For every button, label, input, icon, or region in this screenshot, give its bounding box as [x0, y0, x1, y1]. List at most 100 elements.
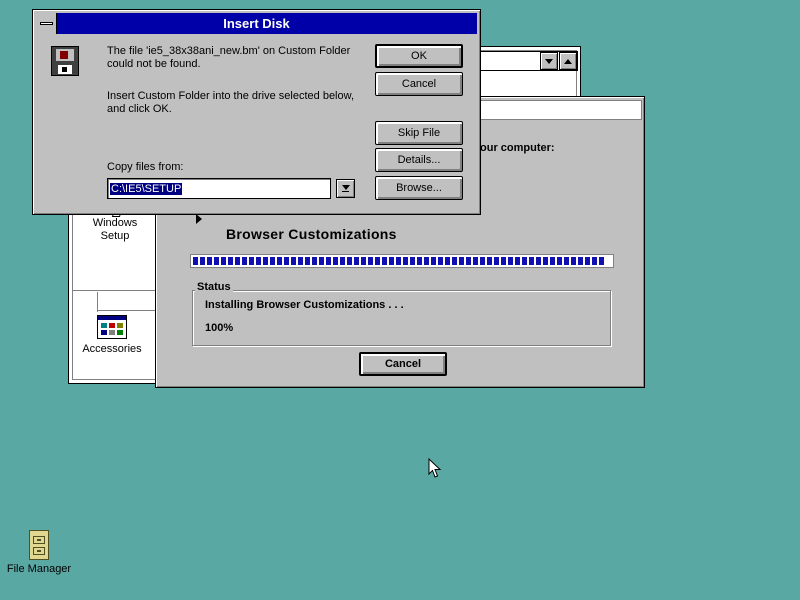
progress-segment	[249, 257, 254, 265]
desktop-icon-label: File Manager	[6, 563, 72, 575]
progress-segment	[340, 257, 345, 265]
progress-segment	[417, 257, 422, 265]
progress-segment	[389, 257, 394, 265]
status-percent: 100%	[205, 322, 234, 334]
dialog-title-bar: Insert Disk	[36, 13, 477, 34]
progress-segment	[375, 257, 380, 265]
progress-segment	[291, 257, 296, 265]
progress-segment	[487, 257, 492, 265]
grid-line	[97, 310, 155, 311]
progress-segment	[438, 257, 443, 265]
progress-segment	[424, 257, 429, 265]
insert-disk-dialog: Insert Disk The file 'ie5_38x38ani_new.b…	[32, 9, 481, 215]
progress-segment	[326, 257, 331, 265]
ok-button[interactable]: OK	[375, 44, 463, 68]
browse-label: Browse...	[396, 182, 442, 194]
setup-title-field	[480, 100, 642, 120]
progress-segment	[564, 257, 569, 265]
progress-segment	[347, 257, 352, 265]
progress-segment	[298, 257, 303, 265]
progress-segment	[494, 257, 499, 265]
skip-file-button[interactable]: Skip File	[375, 121, 463, 145]
progress-segment	[256, 257, 261, 265]
progress-segment	[284, 257, 289, 265]
program-item-accessories[interactable]: Accessories	[77, 315, 147, 356]
program-item-label: Accessories	[82, 343, 142, 355]
setup-cancel-button[interactable]: Cancel	[359, 352, 447, 376]
progress-segment	[277, 257, 282, 265]
floppy-disk-icon	[51, 46, 79, 76]
progress-segment	[550, 257, 555, 265]
progress-segment	[361, 257, 366, 265]
progress-segment	[473, 257, 478, 265]
progress-segment	[396, 257, 401, 265]
progress-segment	[571, 257, 576, 265]
grid-line	[97, 292, 98, 312]
progress-segment	[529, 257, 534, 265]
progress-segment	[599, 257, 604, 265]
setup-cancel-label: Cancel	[384, 358, 422, 370]
progress-segment	[585, 257, 590, 265]
progress-bar	[190, 254, 614, 268]
setup-heading: our computer:	[480, 142, 555, 154]
progress-segment	[193, 257, 198, 265]
progress-segment	[522, 257, 527, 265]
progress-segment	[508, 257, 513, 265]
dialog-instruction: Insert Custom Folder into the drive sele…	[107, 90, 355, 115]
progress-segment	[431, 257, 436, 265]
copy-from-value: C:\IE5\SETUP	[110, 182, 183, 195]
copy-from-dropdown-button[interactable]	[336, 179, 355, 198]
skip-file-label: Skip File	[397, 127, 441, 139]
grid-line	[72, 197, 73, 377]
progress-segment	[319, 257, 324, 265]
current-step-arrow-icon	[196, 214, 202, 224]
combo-dropdown-button[interactable]	[540, 52, 558, 70]
progress-segment	[445, 257, 450, 265]
mouse-pointer-icon	[428, 458, 442, 478]
progress-segment	[228, 257, 233, 265]
progress-segment	[235, 257, 240, 265]
chevron-down-icon	[341, 185, 350, 190]
progress-segment	[270, 257, 275, 265]
progress-segment	[536, 257, 541, 265]
progress-segment	[501, 257, 506, 265]
scroll-up-button[interactable]	[559, 52, 577, 70]
progress-segment	[578, 257, 583, 265]
underline-bar	[342, 191, 349, 192]
progress-segment	[242, 257, 247, 265]
cancel-button[interactable]: Cancel	[375, 72, 463, 96]
ok-label: OK	[411, 50, 427, 62]
program-item-label: Windows Setup	[92, 217, 138, 242]
progress-segment	[207, 257, 212, 265]
system-menu-button[interactable]	[36, 13, 57, 34]
progress-segment	[263, 257, 268, 265]
file-cabinet-icon	[29, 530, 49, 560]
system-menu-icon	[39, 22, 53, 25]
progress-segment	[382, 257, 387, 265]
desktop-icon-file-manager[interactable]: File Manager	[6, 530, 72, 575]
details-label: Details...	[397, 154, 441, 166]
progress-segment	[214, 257, 219, 265]
chevron-down-icon	[545, 58, 553, 64]
progress-segment	[480, 257, 485, 265]
arrow-up-icon	[564, 58, 572, 64]
dialog-message: The file 'ie5_38x38ani_new.bm' on Custom…	[107, 45, 351, 70]
current-step-label: Browser Customizations	[226, 226, 397, 242]
progress-segment	[354, 257, 359, 265]
progress-segment	[403, 257, 408, 265]
progress-segment	[592, 257, 597, 265]
dialog-title: Insert Disk	[223, 16, 290, 31]
progress-segment	[515, 257, 520, 265]
status-groupbox-title: Status	[195, 281, 233, 293]
progress-segment	[452, 257, 457, 265]
details-button[interactable]: Details...	[375, 148, 463, 172]
progress-segment	[200, 257, 205, 265]
cancel-label: Cancel	[401, 78, 437, 90]
progress-segment	[543, 257, 548, 265]
progress-segment	[221, 257, 226, 265]
copy-from-input[interactable]: C:\IE5\SETUP	[107, 178, 331, 199]
progress-segment	[368, 257, 373, 265]
browse-button[interactable]: Browse...	[375, 176, 463, 200]
progress-segment	[305, 257, 310, 265]
status-text: Installing Browser Customizations . . .	[205, 299, 404, 311]
